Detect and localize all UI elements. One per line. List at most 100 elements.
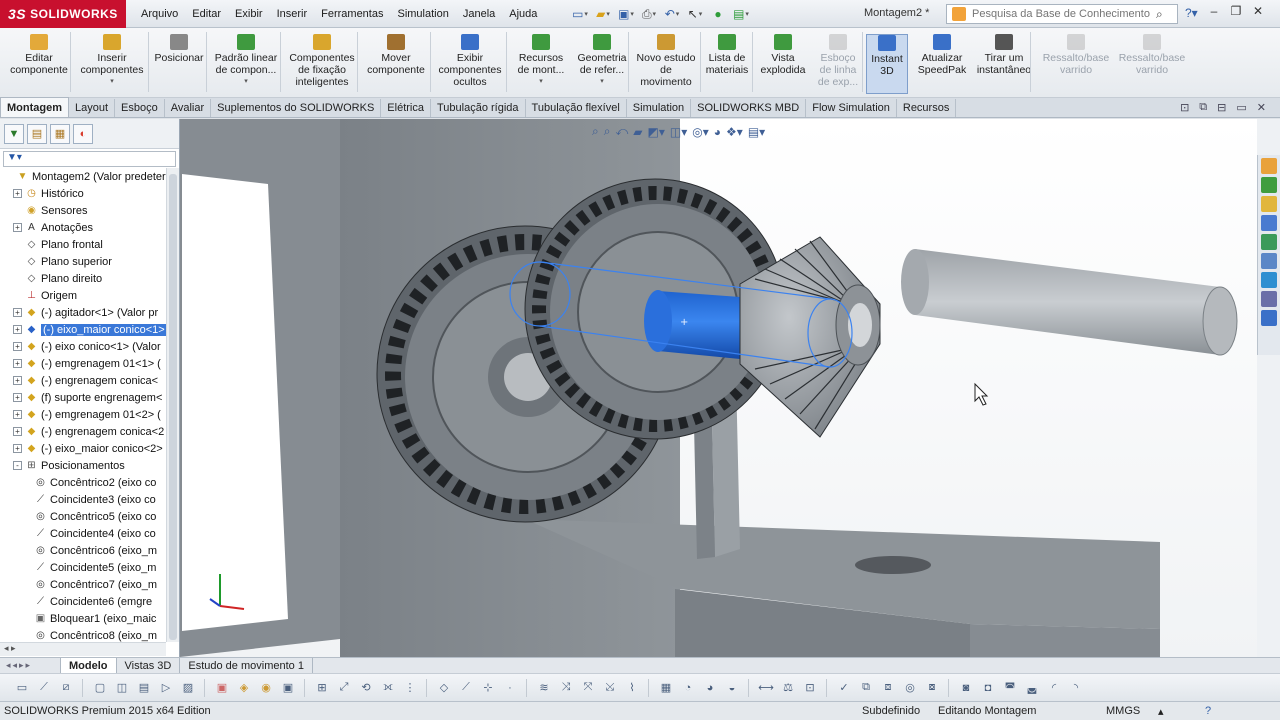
exibir-componentes-ocultos-button[interactable]: Exibir componentes ocultos bbox=[437, 34, 503, 88]
menu-simulation[interactable]: Simulation bbox=[390, 8, 455, 20]
units-arrow-icon[interactable]: ▴ bbox=[1158, 705, 1164, 718]
geometria-de-refer-button[interactable]: Geometria de refer... ▾ bbox=[573, 34, 631, 88]
tree-node[interactable]: ⊥ Origem bbox=[0, 287, 166, 304]
cable-icon[interactable]: ⤧ bbox=[578, 678, 598, 698]
posicionar-button[interactable]: Posicionar bbox=[152, 34, 206, 64]
tree-node[interactable]: - ⊞ Posicionamentos bbox=[0, 457, 166, 474]
tree-node[interactable]: ◎ Concêntrico7 (eixo_m bbox=[0, 576, 166, 593]
view-orientation-icon[interactable]: ◩▾ bbox=[648, 125, 665, 139]
tree-horizontal-scrollbar[interactable]: ◂ ▸ bbox=[0, 642, 166, 656]
wire-icon[interactable]: ≋ bbox=[534, 678, 554, 698]
section-view-icon[interactable]: ▰ bbox=[633, 125, 642, 139]
restore-icon[interactable]: ❐ bbox=[1228, 4, 1244, 22]
tree-node[interactable]: ◎ Concêntrico5 (eixo co bbox=[0, 508, 166, 525]
view-palette-icon[interactable] bbox=[1261, 215, 1277, 231]
menu-ajuda[interactable]: Ajuda bbox=[502, 8, 544, 20]
tree-node[interactable]: ◉ Sensores bbox=[0, 202, 166, 219]
compare-icon[interactable]: ⧇ bbox=[922, 678, 942, 698]
base-side[interactable] bbox=[970, 624, 1160, 657]
tree-node[interactable]: ◇ Plano direito bbox=[0, 270, 166, 287]
fillet-icon[interactable]: ▷ bbox=[156, 678, 176, 698]
tab-avaliar[interactable]: Avaliar bbox=[165, 99, 212, 117]
atualizar-speedpak-button[interactable]: Atualizar SpeedPak bbox=[913, 34, 971, 76]
collapse-icon[interactable]: ⊟ bbox=[1217, 101, 1226, 114]
bottom-tab-vistas-3d[interactable]: Vistas 3D bbox=[117, 658, 181, 673]
tree-filter[interactable]: ▼▾ bbox=[3, 151, 176, 167]
photoview-icon[interactable]: ◘ bbox=[978, 678, 998, 698]
novo-estudo-de-movimento-button[interactable]: Novo estudo de movimento bbox=[635, 34, 697, 88]
tree-node[interactable]: ⟋ Coincidente5 (eixo_m bbox=[0, 559, 166, 576]
reference-plane-icon[interactable]: ◇ bbox=[434, 678, 454, 698]
study-icon[interactable]: ◔ bbox=[678, 678, 698, 698]
knowledge-base-search[interactable]: ⌕ bbox=[946, 4, 1178, 24]
new-icon[interactable]: ▭ ▾ bbox=[570, 4, 590, 24]
reference-axis-icon[interactable]: ⟋ bbox=[456, 678, 476, 698]
expand-toggle-icon[interactable]: + bbox=[13, 342, 22, 351]
tree-node[interactable]: + ◆ (-) agitador<1> (Valor pr bbox=[0, 304, 166, 321]
search-input[interactable] bbox=[972, 8, 1152, 20]
zoom-area-icon[interactable]: ⌕ bbox=[604, 124, 611, 139]
tree-node[interactable]: ◎ Concêntrico6 (eixo_m bbox=[0, 542, 166, 559]
output-icon[interactable]: ◝ bbox=[1066, 678, 1086, 698]
tree-scrollbar[interactable] bbox=[166, 168, 179, 642]
forum-icon[interactable] bbox=[1261, 272, 1277, 288]
tree-node[interactable]: ▣ Bloquear1 (eixo_maic bbox=[0, 610, 166, 627]
clip-icon[interactable]: ⌇ bbox=[622, 678, 642, 698]
section-properties-icon[interactable]: ⊡ bbox=[800, 678, 820, 698]
selected-shaft[interactable]: + bbox=[644, 290, 740, 359]
tree-node[interactable]: ◇ Plano frontal bbox=[0, 236, 166, 253]
insert-part-icon[interactable]: ▣ bbox=[278, 678, 298, 698]
expand-toggle-icon[interactable]: + bbox=[13, 359, 22, 368]
hide-show-icon[interactable]: ◎▾ bbox=[692, 125, 709, 139]
expand-toggle-icon[interactable]: + bbox=[13, 189, 22, 198]
bottom-tab-estudo-de-movimento-1[interactable]: Estudo de movimento 1 bbox=[180, 658, 313, 673]
bottom-tab-modelo[interactable]: Modelo bbox=[60, 658, 117, 673]
decal-icon[interactable]: ◜ bbox=[1044, 678, 1064, 698]
cascade-icon[interactable]: ⧉ bbox=[1199, 101, 1207, 114]
move-icon[interactable]: ⤢ bbox=[334, 678, 354, 698]
dropdown-arrow-icon[interactable]: ▾ bbox=[539, 76, 543, 88]
esboco-de-linha-de-exp-button[interactable]: Esboço de linha de exp... bbox=[815, 34, 861, 88]
graphics-area[interactable]: + ⌕ ⌕ ⤺ ▰ ◩▾ ◫▾ ◎▾ ◕ ❖▾ ▤▾ bbox=[180, 119, 1257, 657]
assembly-model[interactable]: + bbox=[180, 119, 1257, 657]
chamfer-icon[interactable]: ▨ bbox=[178, 678, 198, 698]
dropdown-arrow-icon[interactable]: ▾ bbox=[600, 76, 604, 88]
assembly-new-icon[interactable]: ▣ bbox=[212, 678, 232, 698]
menu-arquivo[interactable]: Arquivo bbox=[134, 8, 185, 20]
loose-shaft[interactable] bbox=[901, 249, 1238, 356]
dropdown-arrow-icon[interactable]: ▾ bbox=[244, 76, 248, 88]
tile-icon[interactable]: ⊡ bbox=[1180, 101, 1189, 114]
scroll-thumb[interactable] bbox=[169, 174, 177, 640]
mirror-icon[interactable]: ⟗ bbox=[378, 678, 398, 698]
tab-eletrica[interactable]: Elétrica bbox=[381, 99, 431, 117]
display-style-icon[interactable]: ◫▾ bbox=[670, 125, 687, 139]
tree-node[interactable]: ◇ Plano superior bbox=[0, 253, 166, 270]
expand-toggle-icon[interactable]: + bbox=[13, 325, 22, 334]
mass-properties-icon[interactable]: ⚖ bbox=[778, 678, 798, 698]
expand-toggle-icon[interactable]: + bbox=[13, 427, 22, 436]
tree-node[interactable]: + A Anotações bbox=[0, 219, 166, 236]
help-icon[interactable]: ?▾ bbox=[1185, 6, 1198, 20]
open-icon[interactable]: ▰ ▾ bbox=[593, 4, 613, 24]
appearance-icon[interactable]: ◕ bbox=[714, 125, 721, 139]
lista-de-materiais-button[interactable]: Lista de materiais bbox=[705, 34, 749, 76]
route-icon[interactable]: ⤨ bbox=[556, 678, 576, 698]
component-icon[interactable]: ◈ bbox=[234, 678, 254, 698]
tree-node[interactable]: + ◆ (-) eixo_maior conico<1> bbox=[0, 321, 166, 338]
recursos-de-mont-button[interactable]: Recursos de mont... ▾ bbox=[512, 34, 570, 88]
expand-toggle-icon[interactable]: + bbox=[13, 444, 22, 453]
menu-exibir[interactable]: Exibir bbox=[228, 8, 270, 20]
home-icon[interactable] bbox=[1261, 158, 1277, 174]
clearance-icon[interactable]: ⧈ bbox=[878, 678, 898, 698]
menu-editar[interactable]: Editar bbox=[185, 8, 228, 20]
configuration-tab-icon[interactable]: ▦ bbox=[50, 123, 70, 144]
restore-window-icon[interactable]: ▭ bbox=[1236, 101, 1246, 114]
smart-dimension-icon[interactable]: ⟋ bbox=[34, 678, 54, 698]
tab-tubulacao-rigida[interactable]: Tubulação rígida bbox=[431, 99, 526, 117]
tab-suplementos-do-solidworks[interactable]: Suplementos do SOLIDWORKS bbox=[211, 99, 382, 117]
save-icon[interactable]: ▣ ▾ bbox=[616, 4, 636, 24]
expand-toggle-icon[interactable]: + bbox=[13, 410, 22, 419]
coordinate-icon[interactable]: ⊹ bbox=[478, 678, 498, 698]
tree-node[interactable]: + ◆ (-) engrenagem conica< bbox=[0, 372, 166, 389]
print-icon[interactable]: ⎙ ▾ bbox=[639, 4, 659, 24]
